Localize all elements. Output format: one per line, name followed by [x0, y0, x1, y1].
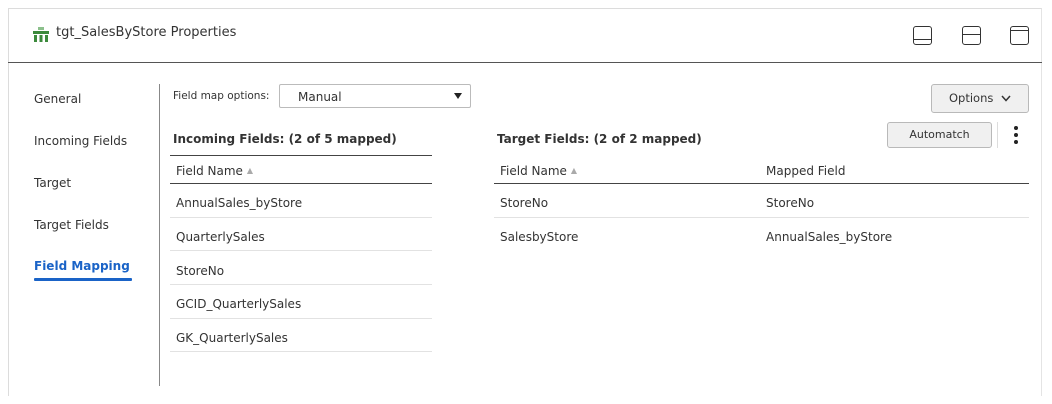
- incoming-fields-title: Incoming Fields: (2 of 5 mapped): [173, 132, 397, 146]
- sidebar-item-target-fields[interactable]: Target Fields: [34, 218, 109, 232]
- incoming-row[interactable]: AnnualSales_byStore: [176, 196, 302, 210]
- column-header-label: Field Name: [176, 164, 243, 178]
- row-divider: [170, 318, 432, 319]
- incoming-header-rule: [170, 183, 432, 184]
- field-map-options-label: Field map options:: [173, 90, 270, 102]
- options-button[interactable]: Options: [931, 84, 1029, 113]
- sidebar-item-incoming-fields[interactable]: Incoming Fields: [34, 134, 127, 148]
- field-map-selected-value: Manual: [298, 90, 342, 104]
- sort-asc-icon: ▲: [570, 166, 578, 175]
- target-header-rule: [494, 183, 1029, 184]
- incoming-row[interactable]: StoreNo: [176, 264, 224, 278]
- column-header-label: Field Name: [500, 164, 567, 178]
- target-column-mapped-field[interactable]: Mapped Field: [766, 164, 845, 178]
- table-target-icon: [33, 27, 49, 42]
- panel-split-icon[interactable]: [962, 26, 981, 45]
- automatch-button[interactable]: Automatch: [887, 122, 992, 148]
- sidebar-item-general[interactable]: General: [34, 92, 81, 106]
- incoming-row[interactable]: GK_QuarterlySales: [176, 331, 288, 345]
- chevron-down-icon: [1001, 95, 1011, 102]
- incoming-row[interactable]: GCID_QuarterlySales: [176, 297, 301, 311]
- panel-title: tgt_SalesByStore Properties: [56, 25, 237, 40]
- row-divider: [170, 250, 432, 251]
- target-row-mapped[interactable]: StoreNo: [766, 196, 814, 210]
- active-tab-indicator: [34, 278, 132, 281]
- field-map-options-select[interactable]: Manual: [279, 84, 471, 108]
- sidebar-item-field-mapping[interactable]: Field Mapping: [34, 259, 130, 273]
- target-row-field[interactable]: StoreNo: [500, 196, 548, 210]
- target-row-mapped[interactable]: AnnualSales_byStore: [766, 230, 892, 244]
- row-divider: [170, 217, 432, 218]
- sidebar-item-target[interactable]: Target: [34, 176, 71, 190]
- row-divider: [494, 217, 1029, 218]
- panel-bottom-icon[interactable]: [913, 26, 932, 45]
- panel-top-icon[interactable]: [1010, 26, 1029, 45]
- incoming-row[interactable]: QuarterlySales: [176, 230, 265, 244]
- options-button-label: Options: [948, 91, 994, 105]
- target-fields-title: Target Fields: (2 of 2 mapped): [497, 132, 702, 146]
- sort-asc-icon: ▲: [246, 166, 254, 175]
- toolbar-divider: [997, 122, 998, 148]
- target-column-field-name[interactable]: Field Name ▲: [500, 164, 577, 178]
- incoming-column-field-name[interactable]: Field Name ▲: [176, 164, 253, 178]
- incoming-title-rule: [170, 155, 432, 156]
- sidebar-divider: [159, 84, 160, 386]
- dropdown-arrow-icon: [454, 93, 462, 99]
- more-vertical-icon[interactable]: [1010, 124, 1022, 146]
- row-divider: [170, 284, 432, 285]
- row-divider: [170, 351, 432, 352]
- target-row-field[interactable]: SalesbyStore: [500, 230, 578, 244]
